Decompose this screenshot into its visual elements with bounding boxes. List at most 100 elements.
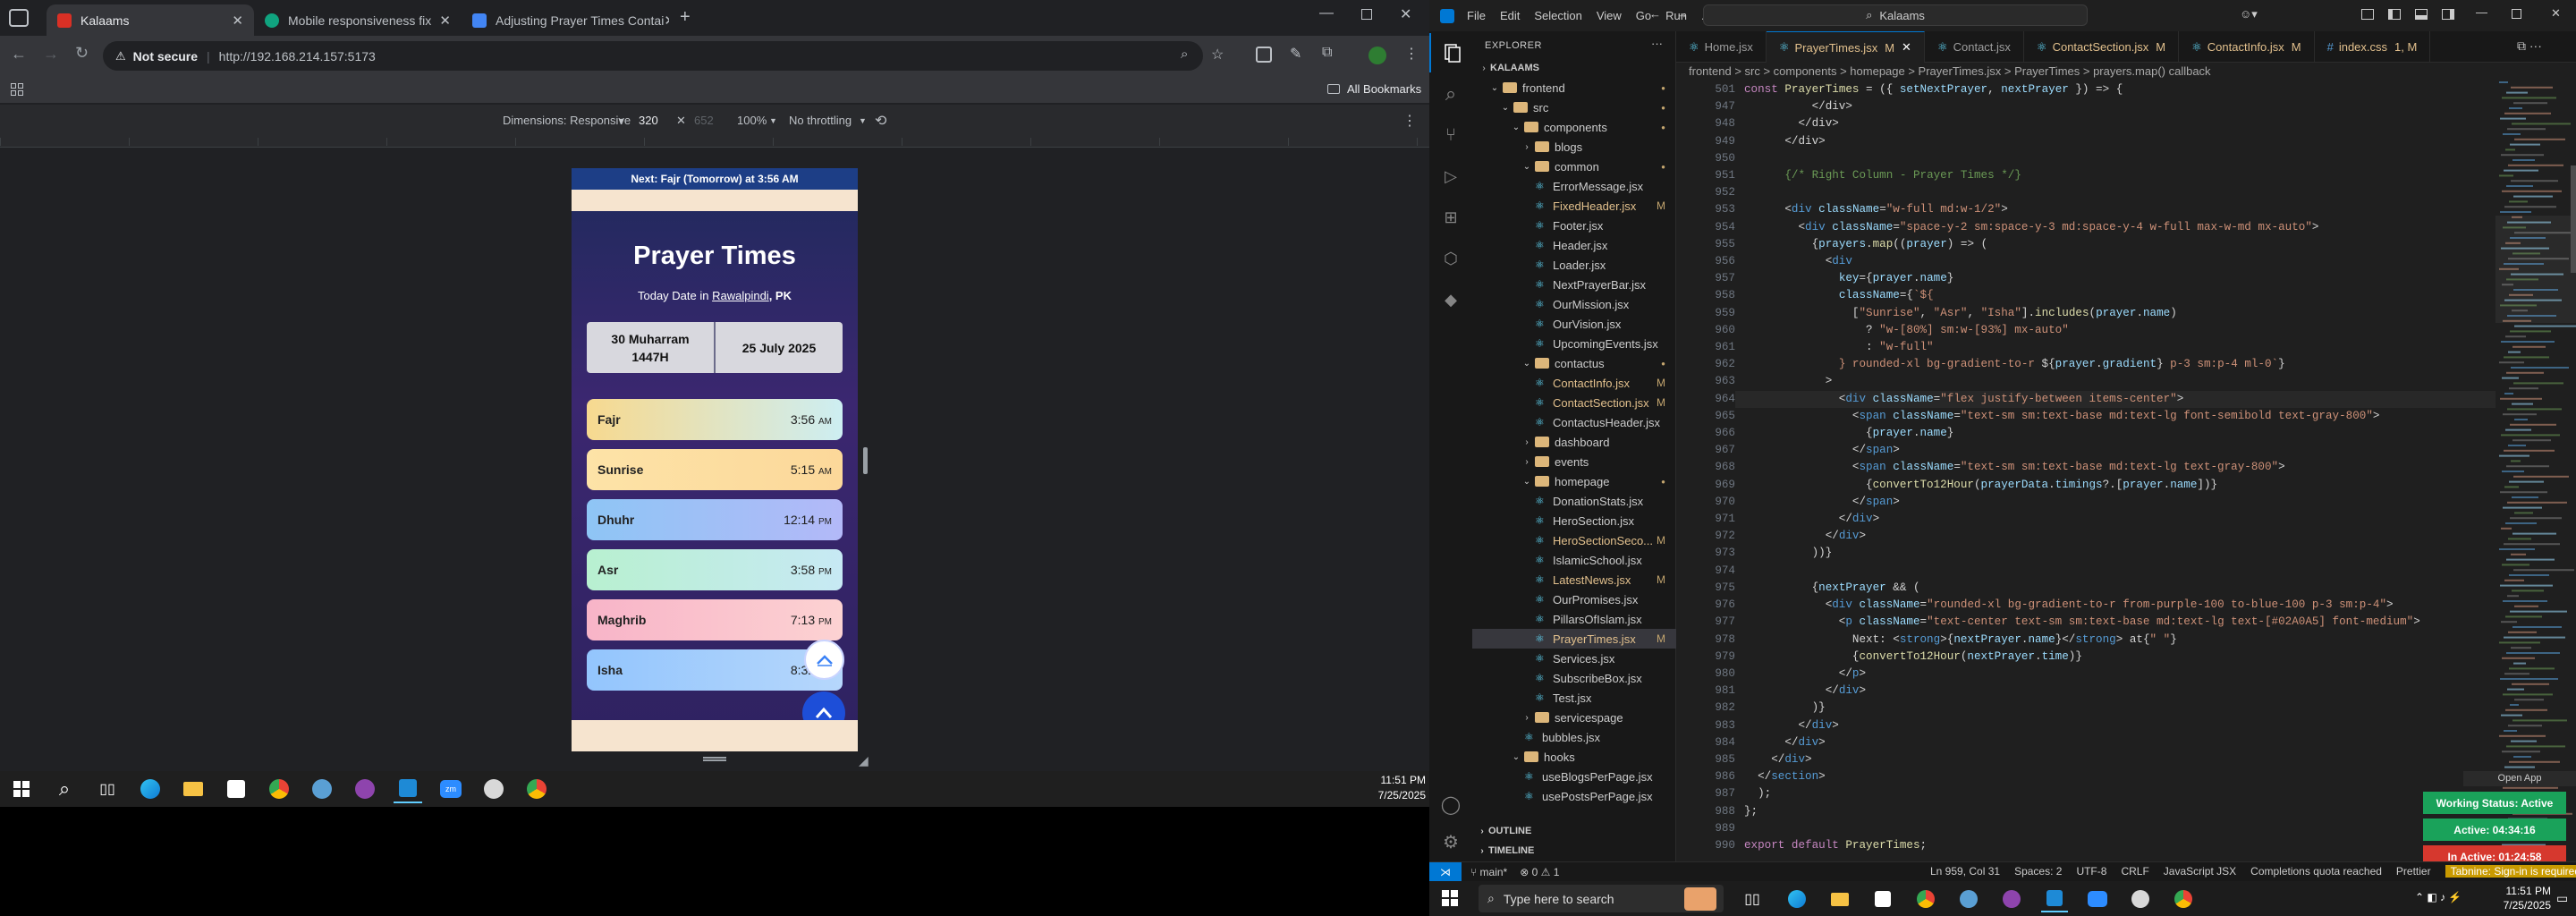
problems-indicator[interactable]: ⊗ 0 ⚠ 1 xyxy=(1520,866,1559,878)
more-icon[interactable]: ··· xyxy=(1651,37,1663,50)
puzzle-icon[interactable]: ⧉ xyxy=(1322,45,1332,61)
notification-icon[interactable]: ▭ xyxy=(2556,891,2568,906)
taskbar-search-input[interactable]: ⌕ Type here to search xyxy=(1479,885,1724,912)
tree-folder[interactable]: ⌄ contactus ● xyxy=(1472,353,1676,373)
tab-kalaams[interactable]: Kalaams ✕ xyxy=(47,4,254,36)
tree-file[interactable]: ⚛ useBlogsPerPage.jsx xyxy=(1472,767,1676,786)
tree-file[interactable]: ⚛ OurMission.jsx xyxy=(1472,294,1676,314)
tree-file[interactable]: ⚛ LatestNews.jsx M xyxy=(1472,570,1676,589)
rotate-icon[interactable]: ⟲ xyxy=(875,112,886,130)
more-options-icon[interactable]: ⋮ xyxy=(1402,112,1417,130)
resize-handle-right[interactable] xyxy=(863,447,868,474)
forward-icon[interactable]: → xyxy=(1676,7,1688,21)
menu-file[interactable]: File xyxy=(1467,9,1486,22)
chrome-icon[interactable] xyxy=(2170,886,2197,912)
remote-icon[interactable]: ⬡ xyxy=(1429,239,1472,278)
encoding[interactable]: UTF-8 xyxy=(2076,865,2106,878)
height-input[interactable]: 652 xyxy=(694,114,714,127)
editor-tab[interactable]: # index.css 1, M xyxy=(2315,31,2431,63)
indentation[interactable]: Spaces: 2 xyxy=(2014,865,2062,878)
chrome-icon[interactable] xyxy=(522,775,551,803)
bookmark-star-icon[interactable]: ☆ xyxy=(1211,46,1224,64)
menu-dots-icon[interactable]: ⋮ xyxy=(1404,45,1419,63)
tree-file[interactable]: ⚛ Footer.jsx xyxy=(1472,216,1676,235)
tree-file[interactable]: ⚛ Services.jsx xyxy=(1472,649,1676,668)
forward-icon[interactable]: → xyxy=(43,45,59,64)
tree-folder[interactable]: ⌄ homepage ● xyxy=(1472,471,1676,491)
dimensions-select[interactable]: Dimensions: Responsive xyxy=(503,114,631,127)
code-editor[interactable]: const PrayerTimes = ({ setNextPrayer, ne… xyxy=(1744,81,2496,861)
reload-icon[interactable]: ↻ xyxy=(75,44,89,63)
tree-file[interactable]: ⚛ ContactSection.jsx M xyxy=(1472,393,1676,412)
city-link[interactable]: Rawalpindi xyxy=(712,289,769,302)
url-text[interactable]: http://192.168.214.157:5173 xyxy=(219,49,376,64)
tree-file[interactable]: ⚛ FixedHeader.jsx M xyxy=(1472,196,1676,216)
windows-start-icon[interactable] xyxy=(1442,890,1458,906)
task-view-icon[interactable]: ▯▯ xyxy=(1739,886,1766,912)
task-view-icon[interactable]: ▯▯ xyxy=(93,775,122,803)
language-mode[interactable]: JavaScript JSX xyxy=(2164,865,2236,878)
tree-folder[interactable]: ⌄ common ● xyxy=(1472,157,1676,176)
tree-folder[interactable]: ⌄ hooks xyxy=(1472,747,1676,767)
tree-folder[interactable]: › servicespage xyxy=(1472,708,1676,727)
edge-icon[interactable] xyxy=(1784,886,1810,912)
file-explorer-icon[interactable] xyxy=(1826,886,1853,912)
tree-file[interactable]: ⚛ HeroSection.jsx xyxy=(1472,511,1676,530)
zoom-icon[interactable]: ⌕ xyxy=(1181,47,1188,62)
layout-icon[interactable] xyxy=(2361,9,2374,20)
tree-folder[interactable]: › blogs xyxy=(1472,137,1676,157)
copilot-icon[interactable]: ☺▾ xyxy=(2240,7,2258,21)
tree-file[interactable]: ⚛ PillarsOfIslam.jsx xyxy=(1472,609,1676,629)
app-icon[interactable] xyxy=(2127,886,2154,912)
tab-mobile-responsiveness[interactable]: Mobile responsiveness fix ✕ xyxy=(254,4,462,36)
chrome-icon[interactable] xyxy=(1912,886,1939,912)
run-debug-icon[interactable]: ▷ xyxy=(1429,157,1472,196)
zoom-select[interactable]: 100% xyxy=(737,114,767,127)
tabnine-icon[interactable]: ◆ xyxy=(1429,280,1472,319)
toggle-panel-icon[interactable] xyxy=(2415,9,2428,20)
close-icon[interactable]: ✕ xyxy=(232,13,243,29)
github-desktop-icon[interactable] xyxy=(1998,886,2025,912)
tree-file[interactable]: ⚛ usePostsPerPage.jsx xyxy=(1472,786,1676,806)
scroll-top-small-button[interactable] xyxy=(804,640,844,680)
pen-icon[interactable]: ✎ xyxy=(1290,45,1301,63)
open-app-button[interactable]: Open App xyxy=(2463,771,2576,786)
prettier-status[interactable]: Prettier xyxy=(2396,865,2431,878)
new-tab-icon[interactable]: + xyxy=(680,7,691,28)
throttle-select[interactable]: No throttling xyxy=(789,114,852,127)
minimize-icon[interactable]: — xyxy=(1319,5,1334,21)
tree-folder[interactable]: › events xyxy=(1472,452,1676,471)
extensions-icon[interactable]: ⊞ xyxy=(1429,198,1472,237)
profile-avatar[interactable] xyxy=(1368,47,1386,64)
vscode-taskbar-icon[interactable] xyxy=(2041,886,2068,912)
restore-icon[interactable] xyxy=(2512,9,2521,19)
tree-file[interactable]: ⚛ HeroSectionSeco... M xyxy=(1472,530,1676,550)
tree-file[interactable]: ⚛ ContactInfo.jsx M xyxy=(1472,373,1676,393)
minimap[interactable] xyxy=(2496,81,2576,861)
resize-handle-bottom[interactable] xyxy=(703,757,726,761)
tree-folder[interactable]: ⌄ frontend ● xyxy=(1472,78,1676,98)
toggle-sidebar-icon[interactable] xyxy=(2388,9,2401,20)
store-icon[interactable] xyxy=(222,775,250,803)
github-desktop-icon[interactable] xyxy=(351,775,379,803)
tree-file[interactable]: ⚛ PrayerTimes.jsx M xyxy=(1472,629,1676,649)
address-bar[interactable]: ⚠ Not secure | http://192.168.214.157:51… xyxy=(103,41,1203,71)
system-tray-icons[interactable]: ⌃ ◧ ♪ ⚡ xyxy=(2415,891,2462,903)
tree-file[interactable]: ⚛ IslamicSchool.jsx xyxy=(1472,550,1676,570)
back-icon[interactable]: ← xyxy=(11,45,27,64)
account-icon[interactable]: ◯ xyxy=(1429,785,1472,824)
menu-selection[interactable]: Selection xyxy=(1534,9,1581,22)
tab-search-icon[interactable] xyxy=(9,9,29,27)
tree-file[interactable]: ⚛ OurVision.jsx xyxy=(1472,314,1676,334)
outline-section[interactable]: › OUTLINE xyxy=(1472,821,1676,841)
tree-folder[interactable]: ⌄ components ● xyxy=(1472,117,1676,137)
split-editor-icon[interactable]: ⧉ ··· xyxy=(2517,38,2542,54)
all-bookmarks-button[interactable]: All Bookmarks xyxy=(1327,82,1421,96)
line-ending[interactable]: CRLF xyxy=(2121,865,2148,878)
search-icon[interactable]: ⌕ xyxy=(50,775,79,803)
command-center-search[interactable]: ⌕ Kalaams xyxy=(1703,4,2088,26)
close-icon[interactable]: ✕ xyxy=(1902,40,1911,55)
resize-corner-icon[interactable]: ◢ xyxy=(859,753,869,768)
tree-file[interactable]: ⚛ ContactusHeader.jsx xyxy=(1472,412,1676,432)
editor-tab[interactable]: ⚛ ContactInfo.jsx M xyxy=(2179,31,2315,63)
